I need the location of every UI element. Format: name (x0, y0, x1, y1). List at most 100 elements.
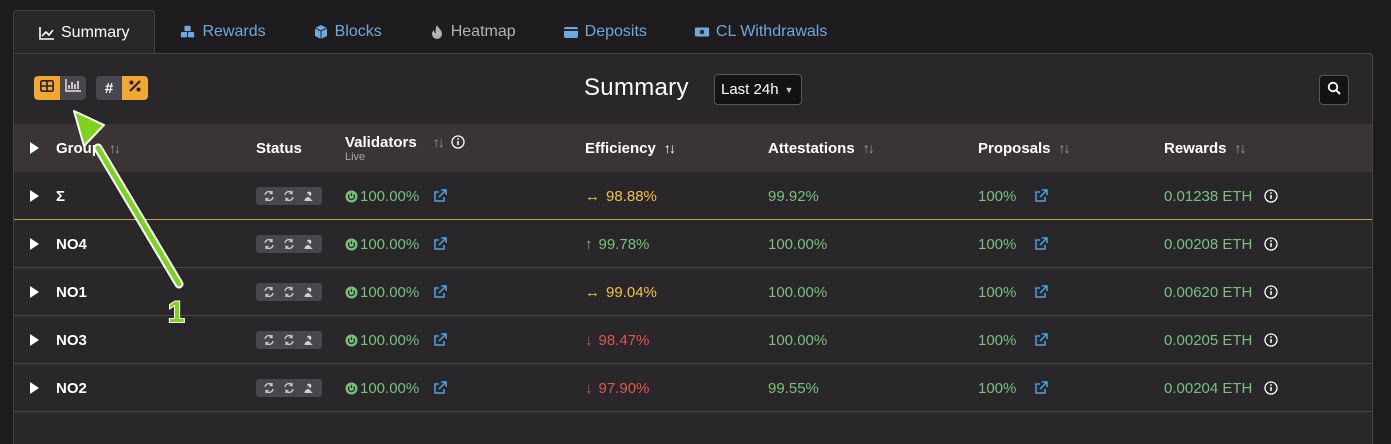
annotation-label: 1 (167, 295, 186, 330)
external-link-icon[interactable] (1034, 237, 1049, 251)
info-icon[interactable] (1264, 189, 1279, 203)
table-view-button[interactable] (34, 76, 60, 100)
table-row[interactable]: NO3 100.00% ↓ 98.47% 100.00% 100% 0.0020… (14, 316, 1372, 364)
header-label: Proposals (978, 139, 1051, 157)
rewards-value: 0.00204 ETH (1164, 379, 1253, 397)
tab-rewards[interactable]: Rewards (155, 10, 287, 54)
row-expand-toggle[interactable] (30, 172, 39, 220)
info-icon[interactable] (1264, 237, 1279, 251)
header-rewards[interactable]: Rewards ↑↓ (1164, 124, 1247, 172)
external-link-icon[interactable] (433, 333, 447, 347)
power-icon (345, 382, 358, 395)
trend-arrow-icon: ↔ (585, 187, 600, 205)
status-cell (256, 268, 322, 316)
attestations-cell: 99.92% (768, 187, 819, 205)
tab-deposits[interactable]: Deposits (538, 10, 669, 54)
sync-committee-icon (280, 238, 298, 250)
validators-cell: 100.00% (345, 220, 447, 268)
percent-button[interactable] (122, 76, 148, 100)
proposals-cell: 100% (978, 316, 1049, 364)
tab-cl-withdrawals[interactable]: CL Withdrawals (669, 10, 849, 54)
proposals-cell: 100% (978, 220, 1049, 268)
status-cell (256, 220, 322, 268)
chart-view-button[interactable] (60, 76, 86, 100)
table-row[interactable]: NO2 100.00% ↓ 97.90% 99.55% 100% 0.00204… (14, 364, 1372, 412)
external-link-icon[interactable] (433, 285, 447, 299)
table-row[interactable]: NO4 100.00% ↑ 99.78% 100.00% 100% 0.0020… (14, 220, 1372, 268)
status-badges (256, 379, 322, 397)
row-expand-toggle[interactable] (30, 268, 39, 316)
summary-panel: # Summary Last 24h ▼ Group ↑↓ Status Val… (13, 53, 1373, 444)
caret-right-icon (30, 190, 39, 202)
user-slash-icon (300, 286, 318, 298)
validators-value: 100.00% (360, 379, 420, 397)
proposals-value: 100% (978, 331, 1017, 349)
sync-icon (260, 334, 278, 346)
external-link-icon[interactable] (433, 237, 447, 251)
external-link-icon[interactable] (433, 381, 447, 395)
validators-value: 100.00% (360, 331, 420, 349)
sort-icon: ↑↓ (432, 134, 445, 150)
table-row[interactable]: Σ 100.00% ↔ 98.88% 99.92% 100% 0.01238 E… (14, 172, 1372, 220)
period-select[interactable]: Last 24h ▼ (714, 74, 802, 105)
rewards-value: 0.00620 ETH (1164, 283, 1253, 301)
external-link-icon[interactable] (433, 189, 447, 203)
header-label: Efficiency (585, 139, 656, 157)
absolute-number-button[interactable]: # (96, 76, 122, 100)
rewards-cell: 0.00620 ETH (1164, 268, 1279, 316)
number-format-toggle: # (96, 76, 148, 100)
chart-line-icon (39, 25, 55, 41)
row-expand-toggle[interactable] (30, 364, 39, 412)
attestations-cell: 100.00% (768, 235, 828, 253)
trend-arrow-icon: ↓ (585, 379, 593, 397)
status-cell (256, 364, 322, 412)
status-badges (256, 331, 322, 349)
table-header: Group ↑↓ Status Validators ↑↓ Efficiency… (14, 124, 1372, 172)
expand-all-toggle[interactable] (30, 124, 39, 172)
search-icon (1327, 81, 1341, 100)
table-row[interactable]: NO1 100.00% ↔ 99.04% 100.00% 100% 0.0062… (14, 268, 1372, 316)
header-label: Status (256, 139, 302, 157)
status-cell (256, 172, 322, 220)
efficiency-cell: ↓ 98.47% (585, 316, 649, 364)
header-label: Attestations (768, 139, 855, 157)
wallet-icon (563, 24, 579, 40)
rewards-value: 0.00208 ETH (1164, 235, 1253, 253)
sort-icon: ↑↓ (1058, 140, 1071, 156)
sync-icon (260, 382, 278, 394)
info-icon[interactable] (1264, 285, 1279, 299)
header-efficiency[interactable]: Efficiency ↑↓ (585, 124, 676, 172)
search-button[interactable] (1319, 75, 1349, 105)
header-attestations[interactable]: Attestations ↑↓ (768, 124, 875, 172)
validators-cell: 100.00% (345, 268, 447, 316)
efficiency-cell: ↔ 98.88% (585, 172, 657, 220)
rewards-cell: 0.00204 ETH (1164, 364, 1279, 412)
sync-committee-icon (280, 190, 298, 202)
sort-icon: ↑↓ (1234, 140, 1247, 156)
rewards-value: 0.01238 ETH (1164, 187, 1253, 205)
header-proposals[interactable]: Proposals ↑↓ (978, 124, 1071, 172)
info-icon[interactable] (1264, 381, 1279, 395)
external-link-icon[interactable] (1034, 285, 1049, 299)
proposals-value: 100% (978, 235, 1017, 253)
tab-bar: Summary Rewards Blocks Heatmap Deposits … (13, 10, 849, 54)
header-validators-sublabel: Live (345, 151, 366, 163)
proposals-value: 100% (978, 379, 1017, 397)
header-group[interactable]: Group ↑↓ (56, 124, 121, 172)
header-label: Validators (345, 133, 417, 151)
external-link-icon[interactable] (1034, 189, 1049, 203)
info-icon[interactable] (451, 135, 465, 149)
tab-summary[interactable]: Summary (13, 10, 156, 54)
row-expand-toggle[interactable] (30, 316, 39, 364)
power-icon (345, 190, 358, 203)
external-link-icon[interactable] (1034, 333, 1049, 347)
row-expand-toggle[interactable] (30, 220, 39, 268)
group-name: NO1 (56, 283, 87, 301)
tab-heatmap[interactable]: Heatmap (404, 10, 538, 54)
external-link-icon[interactable] (1034, 381, 1049, 395)
sync-committee-icon (280, 286, 298, 298)
validators-value: 100.00% (360, 235, 420, 253)
tab-blocks[interactable]: Blocks (288, 10, 404, 54)
info-icon[interactable] (1264, 333, 1279, 347)
money-bill-icon (694, 24, 710, 40)
